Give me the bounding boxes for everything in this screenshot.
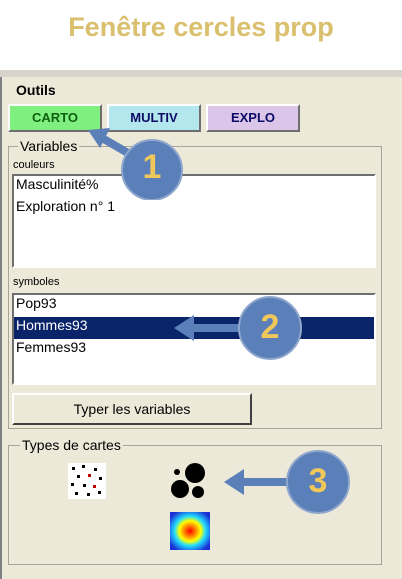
page-title: Fenêtre cercles prop xyxy=(68,12,334,42)
map-types-legend: Types de cartes xyxy=(20,437,123,453)
callout-number-1: 1 xyxy=(142,148,162,186)
callout-number-3: 3 xyxy=(308,462,328,500)
colors-label: couleurs xyxy=(13,159,55,171)
typer-variables-button[interactable]: Typer les variables xyxy=(12,393,252,425)
callout-number-2: 2 xyxy=(260,308,280,346)
symbols-label: symboles xyxy=(13,276,60,288)
list-item[interactable]: Masculinité% xyxy=(14,176,374,198)
heat-gradient-map-icon[interactable] xyxy=(170,512,210,550)
proportional-circles-map-icon[interactable] xyxy=(170,462,210,500)
colors-listbox[interactable]: Masculinité% Exploration n° 1 xyxy=(12,174,376,268)
variables-legend: Variables xyxy=(18,138,80,154)
explo-button[interactable]: EXPLO xyxy=(206,104,300,132)
window-top-strip xyxy=(0,70,402,77)
dot-density-map-icon[interactable] xyxy=(68,463,106,499)
list-item[interactable]: Exploration n° 1 xyxy=(14,198,374,220)
outils-label: Outils xyxy=(16,82,56,98)
